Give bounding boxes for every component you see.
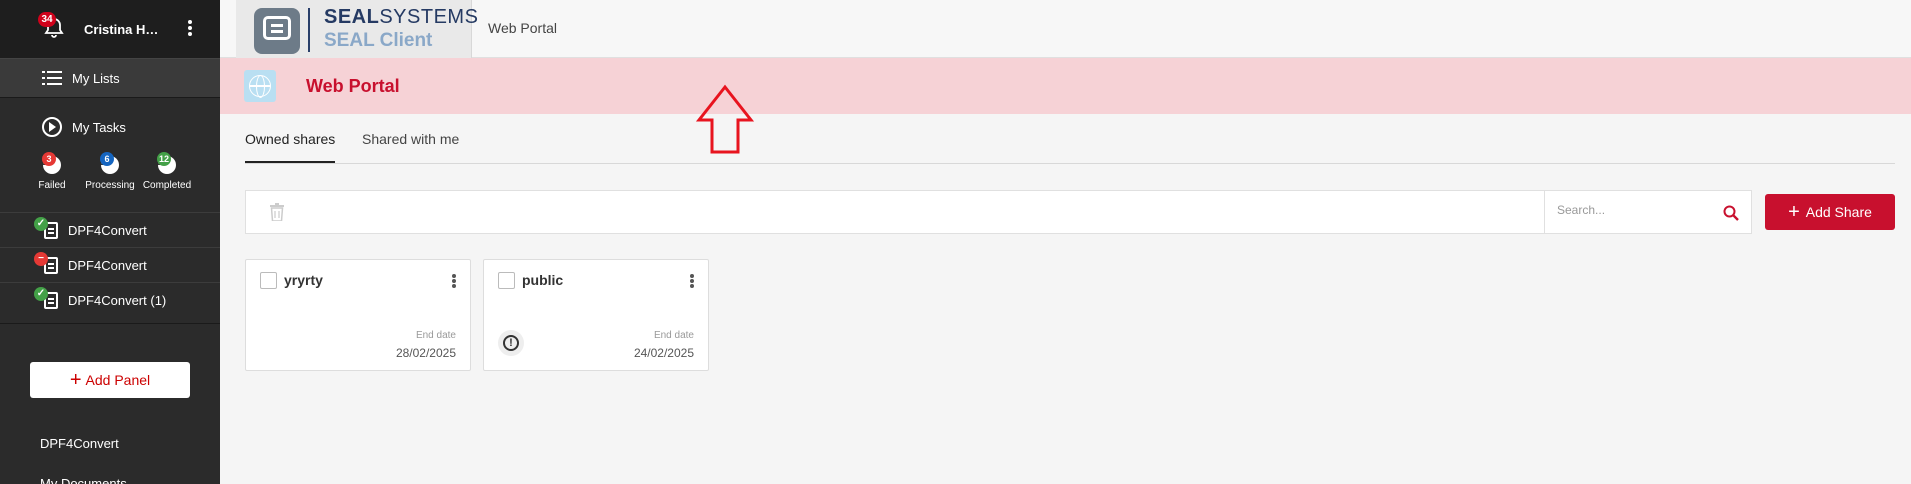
sidebar: 34 Cristina Hog... My Lists My Tasks 3 F… — [0, 0, 220, 484]
trash-icon[interactable] — [270, 203, 284, 221]
search-input[interactable] — [1557, 203, 1707, 217]
end-date-label: End date — [653, 330, 694, 341]
failed-label: Failed — [38, 180, 66, 191]
notification-count-badge: 34 — [38, 12, 56, 27]
user-menu-icon[interactable] — [184, 18, 196, 38]
task-stat-completed[interactable]: 12 Completed — [137, 152, 197, 191]
more-options-icon[interactable] — [450, 272, 458, 290]
logo[interactable]: SEALSYSTEMS SEAL Client — [236, 0, 478, 58]
share-card[interactable]: yryrty End date 28/02/2025 — [245, 259, 471, 371]
divider — [0, 323, 220, 324]
my-tasks-label: My Tasks — [72, 119, 126, 135]
job-item[interactable]: ✓ DPF4Convert — [0, 212, 220, 247]
share-checkbox[interactable] — [260, 272, 277, 289]
share-name: yryrty — [284, 272, 323, 288]
error-icon: − — [34, 252, 48, 266]
job-item[interactable]: ✓ DPF4Convert (1) — [0, 282, 220, 317]
completed-label: Completed — [142, 180, 192, 191]
task-stat-processing[interactable]: 6 Processing — [80, 152, 140, 191]
check-icon: ✓ — [34, 287, 48, 301]
seal-logo-icon — [254, 8, 300, 54]
page-title: Web Portal — [306, 76, 400, 96]
add-share-button[interactable]: + Add Share — [1765, 194, 1895, 230]
warning-icon: ! — [498, 330, 524, 356]
top-bar: SEALSYSTEMS SEAL Client Web Portal — [220, 0, 1911, 58]
processing-label: Processing — [85, 180, 135, 191]
share-card[interactable]: public ! End date 24/02/2025 — [483, 259, 709, 371]
toolbar — [245, 190, 1752, 234]
plus-icon: + — [69, 369, 82, 391]
tab-shared-with-me[interactable]: Shared with me — [362, 131, 459, 161]
breadcrumb: Web Portal — [488, 20, 557, 36]
play-circle-icon — [42, 117, 62, 137]
page-header: Web Portal — [220, 58, 1911, 114]
share-name: public — [522, 272, 564, 288]
job-label: DPF4Convert — [68, 222, 147, 238]
tab-bar: Owned shares Shared with me — [245, 116, 1895, 164]
more-options-icon[interactable] — [688, 272, 696, 290]
logo-subtitle: SEAL Client — [324, 30, 433, 51]
sidebar-item-my-tasks[interactable]: My Tasks — [0, 112, 220, 142]
processing-count: 6 — [100, 152, 114, 166]
my-lists-label: My Lists — [72, 70, 120, 86]
sidebar-panel-dpf4convert[interactable]: DPF4Convert — [40, 436, 119, 451]
end-date-value: 28/02/2025 — [395, 346, 456, 360]
sidebar-item-my-lists[interactable]: My Lists — [0, 58, 220, 98]
add-panel-label: Add Panel — [85, 372, 151, 388]
add-panel-button[interactable]: + Add Panel — [30, 362, 190, 398]
end-date-label: End date — [415, 330, 456, 341]
sidebar-panel-my-documents[interactable]: My Documents — [40, 476, 127, 484]
logo-title: SEALSYSTEMS — [324, 6, 479, 28]
user-name[interactable]: Cristina Hog... — [84, 22, 164, 37]
failed-count: 3 — [42, 152, 56, 166]
share-checkbox[interactable] — [498, 272, 515, 289]
search-box — [1544, 191, 1752, 233]
check-icon: ✓ — [34, 217, 48, 231]
list-icon — [42, 71, 62, 85]
job-label: DPF4Convert (1) — [68, 292, 167, 308]
job-item[interactable]: − DPF4Convert — [0, 247, 220, 282]
plus-icon: + — [1788, 201, 1800, 223]
completed-count: 12 — [157, 152, 172, 166]
user-bar: 34 Cristina Hog... — [0, 0, 220, 58]
job-label: DPF4Convert — [68, 257, 147, 273]
add-share-label: Add Share — [1805, 204, 1872, 220]
globe-icon — [244, 70, 276, 102]
tab-owned-shares[interactable]: Owned shares — [245, 131, 336, 163]
search-icon[interactable] — [1723, 205, 1739, 221]
task-stat-failed[interactable]: 3 Failed — [22, 152, 82, 191]
end-date-value: 24/02/2025 — [633, 346, 694, 360]
